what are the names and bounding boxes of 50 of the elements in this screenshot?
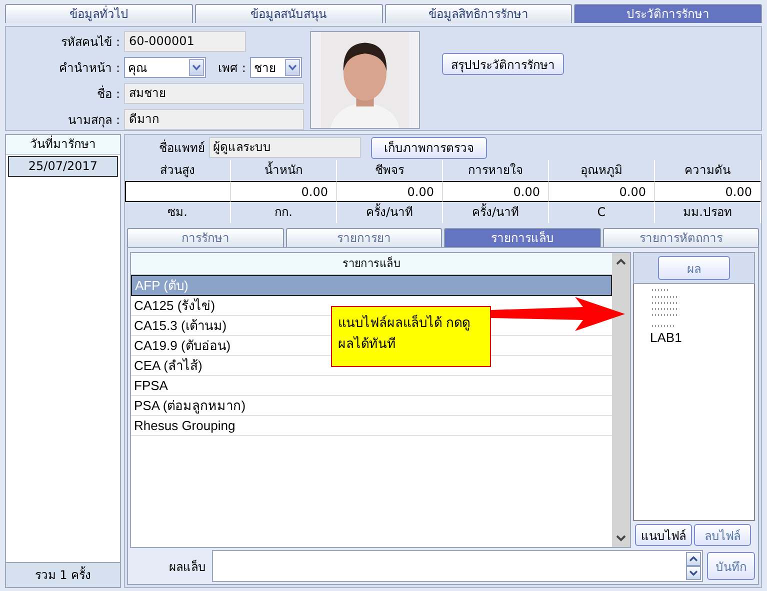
visit-count: รวม 1 ครั้ง — [6, 562, 120, 587]
tab[interactable]: ข้อมูลทั่วไป — [5, 4, 193, 23]
column-header: รายการแล็บ — [131, 253, 612, 275]
column-header: วันที่มารักษา — [6, 135, 120, 155]
tab[interactable]: ประวัติการรักษา — [574, 4, 762, 23]
surname-label: นามสกุล : — [67, 112, 120, 128]
lab-item[interactable]: CA19.9 (ตับอ่อน) — [134, 338, 231, 353]
tab[interactable]: รายการหัตถการ — [602, 228, 759, 247]
surname-field[interactable]: ดีมาก — [124, 108, 304, 130]
lab-item[interactable]: PSA (ต่อมลูกหมาก) — [134, 398, 246, 413]
capture-button[interactable]: เก็บภาพการตรวจ — [371, 136, 487, 158]
file-icon[interactable] — [650, 288, 680, 328]
lab-item[interactable]: Rhesus Grouping — [134, 418, 236, 433]
tab[interactable]: การรักษา — [127, 228, 284, 247]
title-dropdown[interactable]: คุณ — [124, 56, 206, 78]
sex-dropdown[interactable]: ชาย — [250, 56, 302, 78]
tab[interactable]: ข้อมูลสิทธิการรักษา — [384, 4, 572, 23]
lab-item[interactable]: CA15.3 (เต้านม) — [134, 318, 227, 333]
tab[interactable]: รายการแล็บ — [444, 228, 600, 247]
title-label: คำนำหน้า : — [58, 60, 120, 76]
spin-down-icon[interactable] — [686, 566, 701, 580]
sex-label: เพศ : — [217, 60, 246, 76]
doctor-label: ชื่อแพทย์ — [159, 138, 205, 157]
lab-item[interactable]: FPSA — [134, 378, 168, 393]
spin-up-icon[interactable] — [686, 552, 701, 566]
scroll-down-icon[interactable] — [615, 533, 627, 543]
value-cell[interactable] — [125, 181, 231, 202]
attach-file-button[interactable]: แนบไฟล์ — [635, 524, 692, 546]
lab-item[interactable]: CEA (ลำไส้) — [134, 358, 202, 373]
value-cell[interactable]: 0.00 — [655, 181, 761, 202]
lab-result-field[interactable] — [212, 550, 703, 582]
value-cell[interactable]: 0.00 — [337, 181, 443, 202]
callout-note: แนบไฟล์ผลแล็บได้ กดดูผลได้ทันที — [331, 306, 491, 367]
id-field[interactable]: 60-000001 — [124, 30, 246, 52]
value-cell[interactable]: 0.00 — [549, 181, 655, 202]
value-cell[interactable]: 0.00 — [231, 181, 337, 202]
doctor-field[interactable]: ผู้ดูแลระบบ — [209, 137, 361, 158]
value-cell[interactable]: 0.00 — [443, 181, 549, 202]
lab-result-label: ผลแล็บ — [168, 558, 207, 576]
tab[interactable]: ข้อมูลสนับสนุน — [194, 4, 382, 23]
file-name[interactable]: LAB1 — [650, 330, 682, 345]
summary-button[interactable]: สรุปประวัติการรักษา — [442, 53, 564, 75]
tab[interactable]: รายการยา — [286, 228, 442, 247]
scroll-up-icon[interactable] — [615, 257, 627, 267]
name-label: ชื่อ : — [96, 84, 120, 102]
scrollbar[interactable] — [612, 253, 630, 547]
id-label: รหัสคนไข้ : — [60, 34, 120, 50]
lab-item[interactable]: CA125 (รังไข่) — [134, 298, 216, 313]
name-field[interactable]: สมชาย — [124, 82, 304, 104]
visit-date-item[interactable]: 25/07/2017 — [8, 156, 118, 177]
